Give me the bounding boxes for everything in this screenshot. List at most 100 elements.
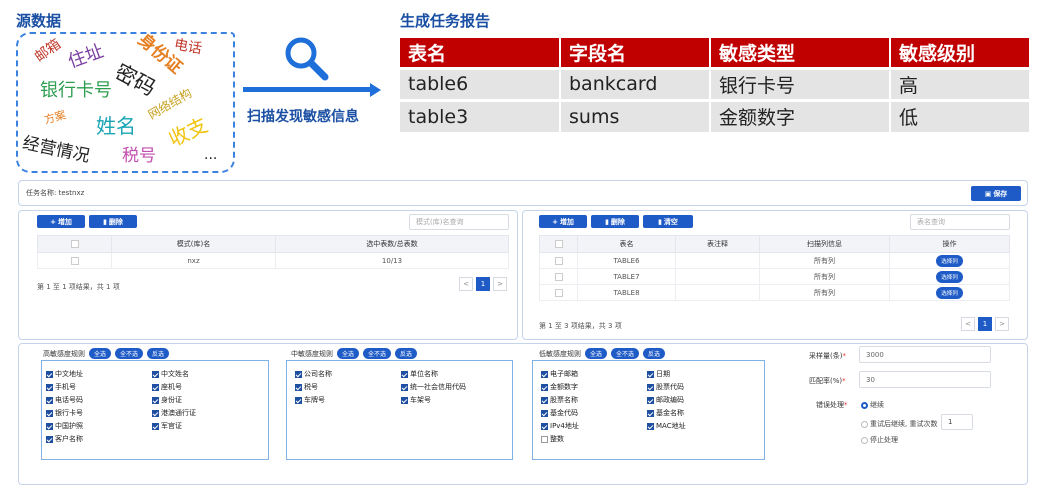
low-rule-header: 低敏感度规则 全选 全不选 反选	[539, 348, 666, 359]
table-row[interactable]: TABLE8 所有列 选择列	[539, 284, 1010, 301]
next-page-button[interactable]: >	[493, 277, 507, 291]
rule-checkbox[interactable]: 股票名称	[541, 395, 578, 405]
rule-label: 单位名称	[410, 370, 438, 378]
rule-checkbox[interactable]: 军官证	[152, 421, 182, 431]
save-icon: ▣	[984, 189, 992, 198]
rule-checkbox[interactable]: 基金代码	[541, 408, 578, 418]
rule-label: 基金代码	[550, 409, 578, 417]
rule-checkbox[interactable]: 电话号码	[46, 395, 83, 405]
select-all-checkbox[interactable]	[37, 235, 112, 253]
rule-checkbox[interactable]: 中文地址	[46, 369, 83, 379]
add-label: 增加	[57, 217, 72, 226]
select-columns-button[interactable]: 选择列	[936, 286, 963, 299]
rule-checkbox[interactable]: 车牌号	[295, 395, 325, 405]
rule-checkbox[interactable]: 车架号	[401, 395, 431, 405]
rule-label: 公司名称	[304, 370, 332, 378]
rule-checkbox[interactable]: 中文姓名	[152, 369, 189, 379]
rule-checkbox[interactable]: 邮政编码	[647, 395, 684, 405]
select-none-button[interactable]: 全不选	[363, 348, 392, 359]
rule-label: 日期	[656, 370, 670, 378]
rule-checkbox[interactable]: 银行卡号	[46, 408, 83, 418]
row-checkbox[interactable]	[539, 284, 578, 301]
schema-panel: + 增加 ▮ 删除 模式(库)名查询 模式(库)名 选中表数/总表数 nxz 10/13…	[18, 210, 518, 340]
table-row[interactable]: nxz 10/13	[37, 252, 509, 269]
row-checkbox[interactable]	[539, 252, 578, 269]
prev-page-button[interactable]: <	[961, 317, 975, 331]
rule-checkbox[interactable]: 税号	[295, 382, 318, 392]
rule-label: 邮政编码	[656, 396, 684, 404]
rule-checkbox[interactable]: 基金名称	[647, 408, 684, 418]
radio-stop[interactable]: 停止处理	[861, 435, 898, 445]
delete-schema-button[interactable]: ▮ 删除	[89, 215, 137, 228]
rule-label: 电话号码	[55, 396, 83, 404]
rule-checkbox[interactable]: 股票代码	[647, 382, 684, 392]
cell: 所有列	[759, 252, 890, 269]
word: 收支	[164, 112, 212, 152]
rule-checkbox[interactable]: 客户名称	[46, 434, 83, 444]
add-schema-button[interactable]: + 增加	[37, 215, 85, 228]
rule-checkbox[interactable]: 中国护照	[46, 421, 83, 431]
rule-label: IPv4地址	[550, 422, 579, 430]
table-search-input[interactable]: 表名查询	[910, 214, 1010, 230]
radio-retry[interactable]: 重试后继续, 重试次数	[861, 419, 937, 429]
rule-checkbox[interactable]: 统一社会信用代码	[401, 382, 466, 392]
report-cell: 高	[890, 66, 1031, 100]
select-all-checkbox[interactable]	[539, 235, 578, 253]
select-all-button[interactable]: 全选	[585, 348, 608, 359]
select-none-button[interactable]: 全不选	[115, 348, 144, 359]
rule-label: 港澳通行证	[161, 409, 196, 417]
table-row[interactable]: TABLE6 所有列 选择列	[539, 252, 1010, 269]
page-button[interactable]: 1	[978, 317, 992, 331]
rule-checkbox[interactable]: 日期	[647, 369, 670, 379]
invert-button[interactable]: 反选	[643, 348, 666, 359]
schema-search-input[interactable]: 模式(库)名查询	[409, 214, 509, 230]
radio-continue[interactable]: 继续	[861, 400, 884, 410]
delete-table-button[interactable]: ▮ 删除	[591, 215, 639, 228]
next-page-button[interactable]: >	[995, 317, 1009, 331]
report-row: table6 bankcard 银行卡号 高	[400, 66, 1031, 100]
clear-tables-button[interactable]: ▮ 清空	[643, 215, 693, 228]
invert-button[interactable]: 反选	[395, 348, 418, 359]
rule-checkbox[interactable]: 金额数字	[541, 382, 578, 392]
report-header: 字段名	[560, 38, 711, 68]
row-checkbox[interactable]	[539, 268, 578, 285]
select-columns-button[interactable]: 选择列	[936, 254, 963, 267]
rule-checkbox[interactable]: 单位名称	[401, 369, 438, 379]
rule-checkbox[interactable]: 公司名称	[295, 369, 332, 379]
invert-button[interactable]: 反选	[147, 348, 170, 359]
rule-checkbox[interactable]: 港澳通行证	[152, 408, 196, 418]
word: 住址	[65, 40, 107, 73]
save-button[interactable]: ▣ 保存	[971, 186, 1021, 201]
rule-checkbox[interactable]: 整数	[541, 434, 564, 444]
rule-label: 中国护照	[55, 422, 83, 430]
add-table-button[interactable]: + 增加	[539, 215, 587, 228]
rule-checkbox[interactable]: 身份证	[152, 395, 182, 405]
trash-icon: ▮	[605, 217, 609, 226]
rule-label: 军官证	[161, 422, 182, 430]
row-checkbox[interactable]	[37, 252, 112, 269]
report-cell: table6	[400, 66, 561, 100]
sample-label: 采样量(条)*	[809, 352, 846, 360]
rule-checkbox[interactable]: 手机号	[46, 382, 76, 392]
page-button[interactable]: 1	[476, 277, 490, 291]
cell: 所有列	[759, 284, 890, 301]
magnifier-icon	[282, 34, 332, 88]
rule-checkbox[interactable]: IPv4地址	[541, 421, 579, 431]
table-row[interactable]: TABLE7 所有列 选择列	[539, 268, 1010, 285]
select-none-button[interactable]: 全不选	[611, 348, 640, 359]
select-all-button[interactable]: 全选	[337, 348, 360, 359]
rule-title: 低敏感度规则	[539, 349, 581, 358]
rule-checkbox[interactable]: MAC地址	[647, 421, 686, 431]
sample-input[interactable]: 3000	[859, 346, 991, 363]
rule-checkbox[interactable]: 电子邮箱	[541, 369, 578, 379]
select-all-button[interactable]: 全选	[89, 348, 112, 359]
low-rule-box: 电子邮箱 金额数字 股票名称 基金代码 IPv4地址 整数 日期 股票代码 邮政…	[532, 360, 765, 460]
rule-label: 继续	[870, 401, 884, 409]
retry-count-input[interactable]: 1	[941, 414, 973, 430]
rule-checkbox[interactable]: 座机号	[152, 382, 182, 392]
rule-label: 基金名称	[656, 409, 684, 417]
report-table: 表名 字段名 敏感类型 敏感级别 table6 bankcard 银行卡号 高 …	[400, 38, 1031, 132]
match-input[interactable]: 30	[859, 371, 991, 388]
select-columns-button[interactable]: 选择列	[936, 270, 963, 283]
prev-page-button[interactable]: <	[459, 277, 473, 291]
